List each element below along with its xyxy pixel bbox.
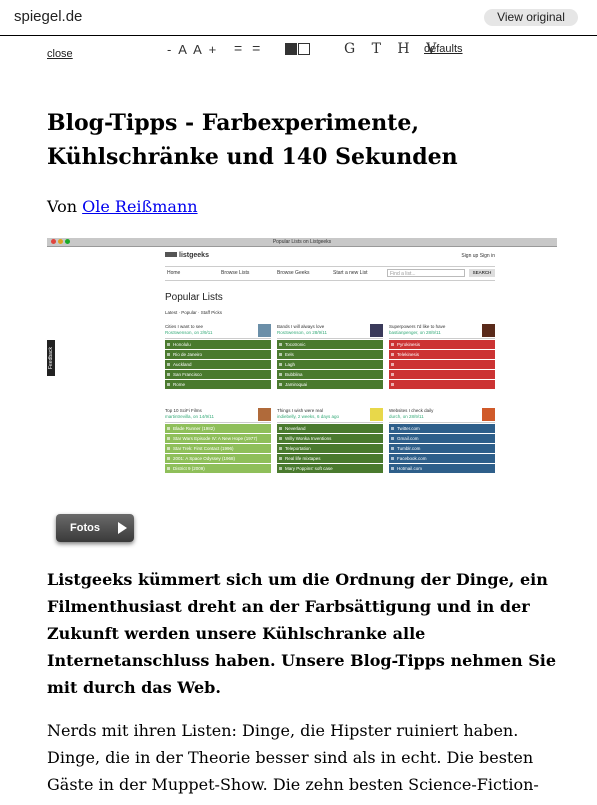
list-card-thumbnail [370, 408, 383, 421]
reader-toolbar: close - A A + = = G T H V defaults [0, 36, 597, 68]
list-card-row: Jamiroquai [277, 380, 383, 389]
list-card-author: indiebelly, 2 weeks, 6 days ago [277, 414, 339, 419]
list-card: Top 10 SciFi Films martintrevilla, on 14/… [165, 408, 271, 473]
line-spacing-control[interactable]: = = [234, 40, 263, 56]
list-card-row: Facebook.com [389, 454, 495, 463]
list-card-row: Star Trek: First Contact (1996) [165, 444, 271, 453]
fotos-button[interactable]: Fotos [56, 514, 134, 542]
list-card-thumbnail [482, 324, 495, 337]
font-size-control[interactable]: - A A + [167, 42, 218, 57]
column-width-control[interactable] [285, 42, 311, 60]
list-card-row: Willy Wonka Inventions [277, 434, 383, 443]
top-bar: spiegel.de View original [0, 0, 597, 36]
list-card-row: Neverland [277, 424, 383, 433]
list-card: Things I wish were real indiebelly, 2 wee… [277, 408, 383, 473]
nav-item: Browse Geeks [277, 270, 310, 276]
list-card-row: Star Wars Episode IV: A New Hope (1977) [165, 434, 271, 443]
list-card-header: Top 10 SciFi Films martintrevilla, on 14/… [165, 408, 271, 423]
list-card-row: Real life mixtapes [277, 454, 383, 463]
feedback-tab: Feedback [47, 340, 55, 376]
nav-item: Start a new List [333, 270, 368, 276]
close-link[interactable]: close [47, 48, 73, 60]
list-card-row: Rome [165, 380, 271, 389]
list-card-row: Lagh [277, 360, 383, 369]
list-card-row: Auckland [165, 360, 271, 369]
list-card-row: Bubblina [277, 370, 383, 379]
list-card-author: durch, on 28/9/11 [389, 414, 424, 419]
author-link[interactable]: Ole Reißmann [82, 197, 197, 216]
byline: Von Ole Reißmann [47, 197, 198, 216]
list-card-thumbnail [258, 324, 271, 337]
listgeeks-page: listgeeks Sign up Sign in Home Browse Li… [165, 248, 495, 486]
list-card-author: RosSwenson, on 2/9/11 [165, 330, 213, 335]
list-card-row: Mary Poppins' soft case [277, 464, 383, 473]
article-title: Blog-Tipps - Farbexperimente, Kühlschrän… [47, 110, 458, 170]
narrow-column-icon[interactable] [285, 43, 297, 55]
list-card: Bands I will always love RosSwenson, on 2… [277, 324, 383, 389]
article-image[interactable]: Popular Lists on Listgeeks Feedback list… [47, 238, 557, 486]
window-titlebar: Popular Lists on Listgeeks [47, 238, 557, 247]
list-card-row [389, 360, 495, 369]
list-card-header: Bands I will always love RosSwenson, on 2… [277, 324, 383, 339]
list-card-row: Rio de Janeiro [165, 350, 271, 359]
font-size-label: - A A + [167, 42, 219, 57]
popular-heading: Popular Lists [165, 292, 223, 303]
listgeeks-nav: Home Browse Lists Browse Geeks Start a n… [165, 266, 495, 281]
list-card-author: bastianpenger, on 28/9/11 [389, 330, 441, 335]
list-card-author: martintrevilla, on 14/9/11 [165, 414, 214, 419]
list-card-row: Telekinesis [389, 350, 495, 359]
list-card-header: Superpowers I'd like to have bastianpenge… [389, 324, 495, 339]
article-lead: Listgeeks kümmert sich um die Ordnung de… [47, 570, 557, 697]
window-title: Popular Lists on Listgeeks [272, 239, 332, 245]
fotos-label: Fotos [70, 522, 100, 534]
list-card-row: 2001: A Space Odyssey (1968) [165, 454, 271, 463]
listgeeks-logo: listgeeks [165, 252, 209, 259]
list-card-row: Twitter.com [389, 424, 495, 433]
list-card-row [389, 380, 495, 389]
list-card-row: Teleportation [277, 444, 383, 453]
list-card-thumbnail [482, 408, 495, 421]
view-original-button[interactable]: View original [484, 9, 578, 26]
list-card-header: Websites I check daily durch, on 28/9/11 [389, 408, 495, 423]
list-card-thumbnail [258, 408, 271, 421]
list-card-row: Hotmail.com [389, 464, 495, 473]
nav-item: Browse Lists [221, 270, 250, 276]
list-card: Superpowers I'd like to have bastianpenge… [389, 324, 495, 389]
list-card-header: Cities I want to see RosSwenson, on 2/9/1… [165, 324, 271, 339]
list-card-row: Tocotronic [277, 340, 383, 349]
search-button: SEARCH [469, 269, 495, 277]
list-card-row: District 9 (2009) [165, 464, 271, 473]
list-card: Websites I check daily durch, on 28/9/11 T… [389, 408, 495, 473]
defaults-link[interactable]: defaults [424, 43, 463, 55]
list-card-author: RosSwenson, on 28/9/11 [277, 330, 327, 335]
play-arrow-icon [118, 522, 127, 534]
list-card-row: Eels [277, 350, 383, 359]
article-body: Nerds mit ihren Listen: Dinge, die Hipst… [47, 721, 539, 794]
list-card: Cities I want to see RosSwenson, on 2/9/1… [165, 324, 271, 389]
list-tabs: Latest · Popular · Staff Picks [165, 310, 222, 315]
search-box: Find a list... [387, 269, 465, 277]
list-card-row: Honolulu [165, 340, 271, 349]
list-card-row: San Francisco [165, 370, 271, 379]
nav-item: Home [167, 270, 181, 276]
wide-column-icon[interactable] [298, 43, 310, 55]
list-card-row: Gmail.com [389, 434, 495, 443]
list-card-row: Blade Runner (1982) [165, 424, 271, 433]
sign-links: Sign up Sign in [461, 253, 495, 259]
list-card-thumbnail [370, 324, 383, 337]
list-card-row: Tumblr.com [389, 444, 495, 453]
byline-prefix: Von [47, 197, 78, 216]
list-card-row: Pyrokinesis [389, 340, 495, 349]
site-name: spiegel.de [14, 8, 83, 25]
list-card-row [389, 370, 495, 379]
list-card-header: Things I wish were real indiebelly, 2 wee… [277, 408, 383, 423]
